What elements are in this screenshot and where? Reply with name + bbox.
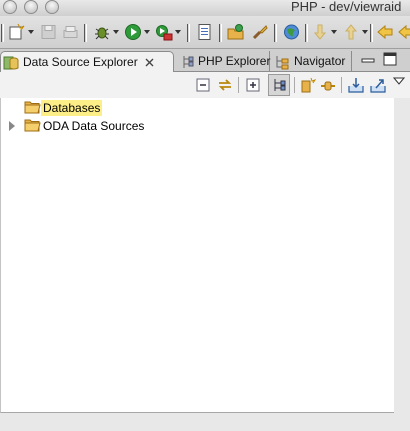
- tab-navigator[interactable]: Navigator: [272, 51, 352, 72]
- data-source-explorer-icon: [3, 56, 19, 70]
- tree-item-databases[interactable]: Databases: [1, 99, 395, 117]
- open-type-icon[interactable]: [227, 23, 245, 41]
- view-toolbar-separator: [341, 77, 342, 93]
- debug-icon[interactable]: [93, 23, 111, 41]
- tab-data-source-explorer[interactable]: Data Source Explorer: [0, 51, 174, 73]
- export-icon[interactable]: [370, 77, 386, 93]
- toolbar-separator: [1, 24, 4, 42]
- maximize-view-icon[interactable]: [383, 52, 397, 66]
- folder-icon: [24, 119, 41, 132]
- tab-label: PHP Explorer: [198, 54, 271, 68]
- show-tree-toggle[interactable]: [268, 74, 290, 96]
- minimize-window-button[interactable]: [24, 0, 38, 14]
- right-gutter: [394, 98, 410, 431]
- expand-all-icon[interactable]: [245, 77, 261, 93]
- tree-item-label: Databases: [41, 100, 103, 116]
- import-icon[interactable]: [348, 77, 364, 93]
- chevron-down-icon[interactable]: [113, 30, 119, 34]
- save-icon[interactable]: [40, 23, 57, 41]
- main-toolbar: [0, 16, 410, 49]
- toolbar-separator: [274, 24, 277, 42]
- back-icon[interactable]: [377, 23, 393, 41]
- data-source-tree[interactable]: Databases ODA Data Sources: [0, 98, 394, 413]
- view-menu-icon[interactable]: [393, 76, 405, 86]
- chevron-down-icon[interactable]: [144, 30, 150, 34]
- window-title-bar: PHP - dev/viewraid: [0, 0, 410, 16]
- connect-icon[interactable]: [320, 77, 336, 93]
- show-tree-icon: [274, 79, 286, 91]
- minimize-view-icon[interactable]: [361, 54, 375, 66]
- forward-icon[interactable]: [398, 23, 410, 41]
- window-title: PHP - dev/viewraid: [291, 0, 402, 14]
- chevron-down-icon[interactable]: [331, 30, 337, 34]
- task-list-icon[interactable]: [196, 23, 213, 41]
- view-tab-bar: Data Source Explorer PHP Explorer Naviga…: [0, 49, 410, 73]
- folder-icon: [24, 101, 41, 114]
- bottom-strip: [0, 413, 394, 431]
- collapse-all-icon[interactable]: [195, 77, 211, 93]
- toolbar-separator: [219, 24, 222, 42]
- new-connection-profile-icon[interactable]: [300, 77, 316, 93]
- zoom-window-button[interactable]: [45, 0, 59, 14]
- external-tools-icon[interactable]: [155, 23, 173, 41]
- tab-label: Data Source Explorer: [23, 55, 138, 69]
- view-toolbar: [0, 72, 410, 98]
- previous-annotation-icon[interactable]: [344, 23, 358, 41]
- toolbar-separator: [305, 24, 308, 42]
- close-window-button[interactable]: [3, 0, 17, 14]
- view-toolbar-separator: [238, 77, 239, 93]
- run-icon[interactable]: [124, 23, 142, 41]
- navigator-icon: [276, 56, 289, 70]
- print-icon[interactable]: [62, 23, 79, 41]
- search-icon[interactable]: [251, 23, 269, 41]
- php-explorer-icon: [183, 56, 194, 68]
- toolbar-separator: [84, 24, 87, 42]
- next-annotation-icon[interactable]: [313, 23, 327, 41]
- chevron-down-icon[interactable]: [28, 30, 34, 34]
- toolbar-separator: [370, 24, 373, 42]
- chevron-down-icon[interactable]: [362, 30, 368, 34]
- tree-item-oda-data-sources[interactable]: ODA Data Sources: [1, 117, 395, 135]
- tab-php-explorer[interactable]: PHP Explorer: [178, 51, 270, 72]
- tab-label: Navigator: [294, 54, 346, 68]
- expand-arrow-icon[interactable]: [9, 121, 15, 131]
- web-browser-icon[interactable]: [283, 23, 300, 41]
- new-wizard-icon[interactable]: [8, 23, 26, 41]
- close-icon[interactable]: [144, 57, 155, 68]
- view-toolbar-separator: [294, 77, 295, 93]
- toolbar-separator: [187, 24, 190, 42]
- chevron-down-icon[interactable]: [175, 30, 181, 34]
- link-with-editor-icon[interactable]: [217, 77, 233, 93]
- tree-item-label: ODA Data Sources: [43, 119, 145, 133]
